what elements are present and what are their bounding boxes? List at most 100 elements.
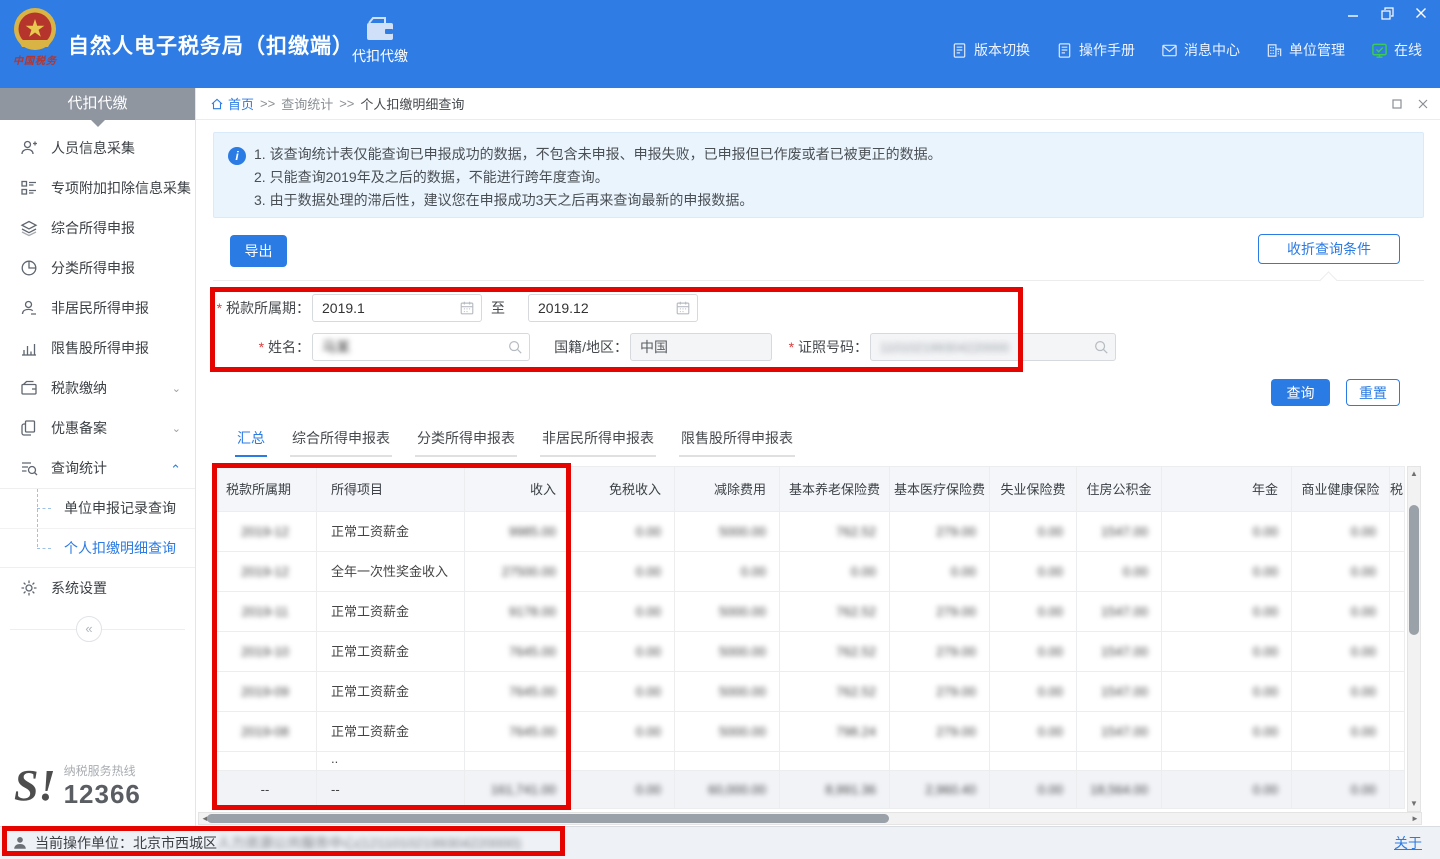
cell-value: 5000.00 xyxy=(675,712,780,752)
cell-value: 0.00 xyxy=(570,552,675,592)
hotline-glyph: S! xyxy=(14,764,56,808)
reset-button[interactable]: 重置 xyxy=(1346,379,1400,406)
collapse-query-button[interactable]: 收折查询条件 xyxy=(1258,234,1400,264)
horizontal-scrollbar[interactable]: ◄ ► xyxy=(198,812,1422,825)
cell-value: 9178.00 xyxy=(465,592,570,632)
breadcrumb-home[interactable]: 首页 xyxy=(210,94,254,113)
sidebar-subitem-个人扣缴明细查询[interactable]: 个人扣缴明细查询 xyxy=(0,528,195,567)
header-link-label: 在线 xyxy=(1394,40,1422,60)
sidebar-item-综合所得申报[interactable]: 综合所得申报 xyxy=(0,208,195,248)
header-link-在线[interactable]: 在线 xyxy=(1371,40,1422,60)
gear-icon xyxy=(20,579,38,597)
name-input[interactable]: 马某 xyxy=(312,333,530,361)
id-number-input[interactable]: 110102199304220000 xyxy=(870,333,1116,361)
cell-value: 1547.00 xyxy=(1077,592,1162,632)
column-header-免税收入: 免税收入 xyxy=(570,466,675,512)
sidebar-item-人员信息采集[interactable]: 人员信息采集 xyxy=(0,128,195,168)
sidebar-item-系统设置[interactable]: 系统设置 xyxy=(0,568,195,608)
document-icon xyxy=(951,42,968,59)
tab-综合所得申报表[interactable]: 综合所得申报表 xyxy=(290,428,392,457)
tab-close-button[interactable] xyxy=(1416,97,1430,111)
query-button[interactable]: 查询 xyxy=(1271,379,1330,406)
cell-value: 0.00 xyxy=(990,552,1077,592)
cell-value xyxy=(1390,512,1405,552)
scroll-right-arrow[interactable]: ► xyxy=(1409,813,1421,824)
scroll-down-arrow[interactable]: ▼ xyxy=(1408,797,1420,811)
sidebar-item-优惠备案[interactable]: 优惠备案⌄ xyxy=(0,408,195,448)
cell-value: 0.00 xyxy=(570,771,675,809)
sidebar-item-分类所得申报[interactable]: 分类所得申报 xyxy=(0,248,195,288)
nationality-value: 中国 xyxy=(640,339,668,355)
cell-value: 279.00 xyxy=(890,672,990,712)
sidebar-item-label: 非居民所得申报 xyxy=(51,298,149,318)
cell-value: 0.00 xyxy=(890,552,990,592)
cell-value: 0.00 xyxy=(990,771,1077,809)
table-row: 2019-09正常工资薪金7645.000.005000.00762.52279… xyxy=(213,672,1405,712)
header-links: 版本切换 操作手册 消息中心 单位管理 在线 xyxy=(951,40,1422,60)
cell-value: 2,960.40 xyxy=(890,771,990,809)
cell-value: 0.00 xyxy=(570,672,675,712)
breadcrumb: 首页 >> 查询统计 >> 个人扣缴明细查询 xyxy=(196,88,1440,120)
tab-maximize-button[interactable] xyxy=(1390,97,1404,111)
sidebar-item-限售股所得申报[interactable]: 限售股所得申报 xyxy=(0,328,195,368)
sidebar-item-查询统计[interactable]: 查询统计⌃ xyxy=(0,448,195,488)
breadcrumb-separator: >> xyxy=(260,96,275,111)
header-link-label: 版本切换 xyxy=(974,40,1030,60)
search-icon[interactable] xyxy=(1093,339,1109,355)
cell-value: 0.00 xyxy=(1292,712,1390,752)
cell-value xyxy=(990,752,1077,771)
table-row: 2019-11正常工资薪金9178.000.005000.00762.52279… xyxy=(213,592,1405,632)
period-from-input[interactable]: 2019.1 xyxy=(312,294,482,322)
horizontal-scroll-thumb[interactable] xyxy=(207,814,889,823)
calendar-icon[interactable] xyxy=(675,300,691,316)
cell-value: 5000.00 xyxy=(675,512,780,552)
cell-value xyxy=(1390,752,1405,771)
tab-分类所得申报表[interactable]: 分类所得申报表 xyxy=(415,428,517,457)
tab-限售股所得申报表[interactable]: 限售股所得申报表 xyxy=(679,428,795,457)
sidebar-item-税款缴纳[interactable]: 税款缴纳⌄ xyxy=(0,368,195,408)
cell-period: 2019-09 xyxy=(213,672,317,712)
cell-value: 762.52 xyxy=(780,512,890,552)
cell-value: 279.00 xyxy=(890,632,990,672)
tab-非居民所得申报表[interactable]: 非居民所得申报表 xyxy=(540,428,656,457)
cell-value xyxy=(465,752,570,771)
breadcrumb-item[interactable]: 查询统计 xyxy=(281,94,333,113)
cell-value: 0.00 xyxy=(1162,552,1292,592)
restore-button[interactable] xyxy=(1378,4,1396,22)
period-to-input[interactable]: 2019.12 xyxy=(528,294,698,322)
about-link[interactable]: 关于 xyxy=(1394,833,1422,853)
cell-value xyxy=(1390,672,1405,712)
header-link-消息中心[interactable]: 消息中心 xyxy=(1161,40,1240,60)
cell-value: 0.00 xyxy=(1162,632,1292,672)
nav-tab-withholding[interactable]: 代扣代缴 xyxy=(345,16,415,66)
sidebar-item-非居民所得申报[interactable]: 非居民所得申报 xyxy=(0,288,195,328)
header-link-版本切换[interactable]: 版本切换 xyxy=(951,40,1030,60)
table-header-row: 税款所属期所得项目收入免税收入减除费用基本养老保险费基本医疗保险费失业保险费住房… xyxy=(213,466,1405,512)
sidebar-item-专项附加扣除信息采集[interactable]: 专项附加扣除信息采集 xyxy=(0,168,195,208)
tab-汇总[interactable]: 汇总 xyxy=(235,428,267,457)
person-icon xyxy=(12,835,28,851)
result-tabs: 汇总综合所得申报表分类所得申报表非居民所得申报表限售股所得申报表 xyxy=(235,428,795,457)
sidebar-collapse-button[interactable]: « xyxy=(76,616,102,642)
cell-value: 1547.00 xyxy=(1077,512,1162,552)
scroll-up-arrow[interactable]: ▲ xyxy=(1408,467,1420,481)
operator-label: 当前操作单位： xyxy=(35,833,133,853)
sidebar-menu: 人员信息采集专项附加扣除信息采集综合所得申报分类所得申报非居民所得申报限售股所得… xyxy=(0,128,195,608)
export-button[interactable]: 导出 xyxy=(230,235,287,267)
cell-value: 5000.00 xyxy=(675,632,780,672)
minimize-button[interactable] xyxy=(1344,4,1362,22)
cell-period: 2019-10 xyxy=(213,632,317,672)
calendar-icon[interactable] xyxy=(459,300,475,316)
close-button[interactable] xyxy=(1412,4,1430,22)
search-icon[interactable] xyxy=(507,339,523,355)
header-link-单位管理[interactable]: 单位管理 xyxy=(1266,40,1345,60)
vertical-scroll-thumb[interactable] xyxy=(1409,505,1419,635)
header-link-操作手册[interactable]: 操作手册 xyxy=(1056,40,1135,60)
sidebar-subitem-单位申报记录查询[interactable]: 单位申报记录查询 xyxy=(0,489,195,528)
cell-value: 0.00 xyxy=(990,512,1077,552)
vertical-scrollbar[interactable]: ▲ ▼ xyxy=(1407,466,1421,812)
header-link-label: 单位管理 xyxy=(1289,40,1345,60)
cell-value xyxy=(890,752,990,771)
sidebar-collapse-row: « xyxy=(0,616,195,642)
table-row-total: ----161,741.000.0060,000.008,991.362,960… xyxy=(213,771,1405,809)
